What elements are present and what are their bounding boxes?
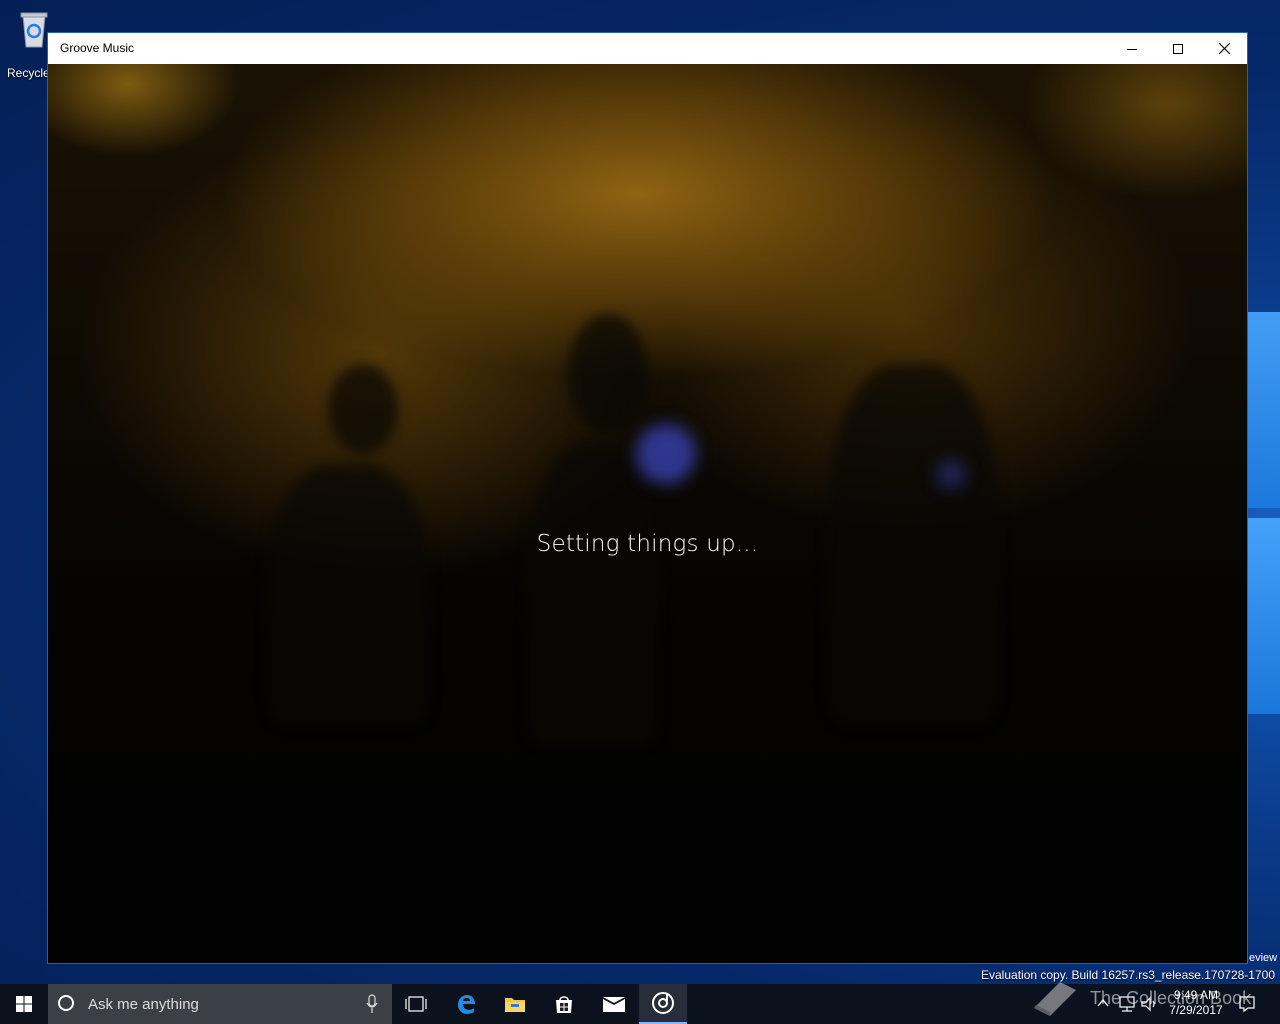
background-silhouette	[568, 314, 648, 434]
background-silhouette	[268, 464, 428, 724]
desktop-review-text: eview	[1249, 952, 1278, 964]
recycle-bin-label: Recycle	[7, 66, 50, 80]
search-placeholder: Ask me anything	[88, 996, 199, 1013]
window-title: Groove Music	[60, 41, 135, 55]
store-icon	[556, 996, 572, 1013]
evaluation-copy-text: Evaluation copy. Build 16257.rs3_release…	[981, 968, 1275, 982]
background-light-flare	[636, 424, 696, 484]
background-silhouette	[328, 364, 398, 454]
title-bar[interactable]: Groove Music	[48, 33, 1247, 64]
minimize-icon	[1127, 48, 1137, 50]
recycle-bin-icon	[20, 12, 48, 48]
clock-time: 9:49 AM	[1173, 988, 1219, 1002]
app-content: Setting things up...	[48, 64, 1247, 963]
task-view-button[interactable]	[392, 984, 440, 1024]
mail-icon	[603, 997, 625, 1012]
status-text: Setting things up...	[536, 531, 759, 557]
groove-music-window: Groove Music Setting things up...	[47, 32, 1248, 964]
cortana-icon	[58, 995, 74, 1011]
desktop-wallpaper-logo	[1248, 518, 1280, 714]
store-button[interactable]	[540, 984, 588, 1024]
microphone-icon[interactable]	[366, 994, 378, 1014]
background-light-flare	[936, 459, 966, 489]
task-view-icon	[405, 996, 427, 1012]
minimize-button[interactable]	[1109, 33, 1155, 64]
search-box[interactable]: Ask me anything	[48, 984, 392, 1024]
start-button[interactable]	[0, 984, 48, 1024]
file-explorer-icon	[505, 998, 525, 1012]
tray-chevron-up-icon[interactable]	[1097, 998, 1109, 1008]
start-icon	[16, 996, 32, 1012]
system-clock[interactable]: 9:49 AM 7/29/2017	[1160, 988, 1232, 1018]
taskbar: Ask me anything The Collection Book 9:49…	[0, 982, 1280, 1024]
action-center-icon[interactable]	[1238, 995, 1256, 1013]
close-icon	[1218, 43, 1230, 54]
desktop-wallpaper-logo	[1248, 312, 1280, 508]
groove-music-icon	[652, 992, 674, 1014]
file-explorer-button[interactable]	[491, 984, 539, 1024]
mail-button[interactable]	[590, 984, 638, 1024]
clock-date: 7/29/2017	[1169, 1003, 1223, 1017]
volume-icon[interactable]	[1140, 995, 1158, 1013]
maximize-icon	[1173, 43, 1183, 54]
groove-music-button[interactable]	[639, 984, 687, 1024]
network-icon[interactable]	[1118, 995, 1136, 1013]
maximize-button[interactable]	[1155, 33, 1201, 64]
edge-button[interactable]	[442, 984, 490, 1024]
background-silhouette	[528, 444, 658, 744]
edge-icon	[458, 995, 475, 1014]
close-button[interactable]	[1201, 33, 1247, 64]
watermark-book-icon	[1034, 982, 1076, 1016]
